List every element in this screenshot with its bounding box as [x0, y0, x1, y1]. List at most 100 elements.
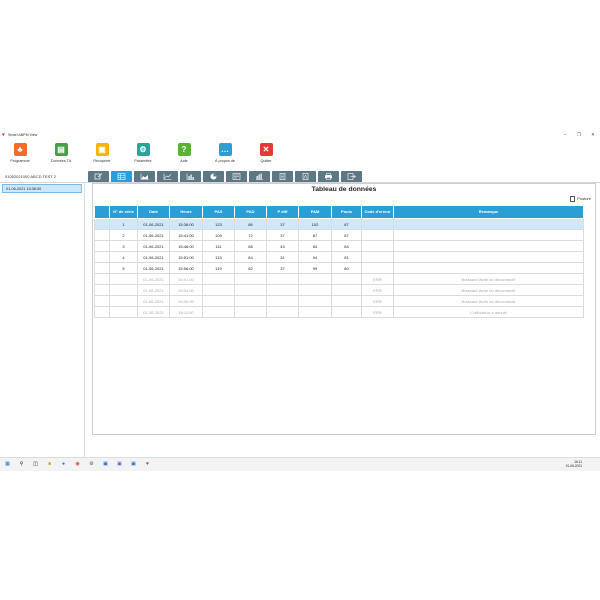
table-cell — [266, 306, 299, 318]
outlook-icon[interactable]: ▣ — [130, 461, 137, 468]
parametre-button[interactable]: ⚙ Paramètre — [125, 143, 161, 163]
column-header[interactable]: Date — [137, 205, 170, 219]
session-item[interactable]: 01-06-2021 15:36:00 — [2, 184, 82, 193]
table-cell: 84 — [331, 240, 362, 252]
close-icon: ✕ — [259, 143, 273, 156]
tab-report[interactable] — [272, 171, 293, 182]
table-cell: ERR — [361, 284, 394, 296]
posture-toggle[interactable]: Posture — [569, 196, 591, 202]
maximize-icon[interactable]: ❐ — [572, 131, 586, 139]
table-cell — [109, 295, 138, 307]
tab-summary[interactable] — [226, 171, 247, 182]
table-row[interactable]: 01-06-2021 16:04:00 ERR Brassard lâche ou d… — [94, 284, 584, 296]
table-cell: Brassard lâche ou déconnecté — [393, 273, 584, 285]
tab-pdf[interactable] — [295, 171, 316, 182]
table-cell: 119 — [202, 262, 235, 274]
tab-bar-chart[interactable] — [180, 171, 201, 182]
table-cell: 15:51:00 — [169, 251, 203, 263]
table-cell — [331, 273, 362, 285]
teams-icon[interactable]: ▣ — [116, 461, 123, 468]
tab-pie-chart[interactable] — [203, 171, 224, 182]
table-row[interactable]: 5 01-06-2021 15:56:00 119 82 37 99 80 — [94, 262, 584, 274]
table-cell: 01-06-2021 — [137, 284, 170, 296]
column-header[interactable]: PAD — [234, 205, 267, 219]
file-explorer-icon[interactable]: ■ — [46, 461, 53, 468]
table-cell: 81 — [331, 251, 362, 263]
posture-checkbox[interactable] — [569, 196, 576, 202]
system-clock[interactable]: 16:11 01-06-2021 — [566, 460, 582, 468]
column-header[interactable]: N° de série — [109, 205, 138, 219]
bar-chart-icon — [186, 173, 195, 180]
donnees-ta-button[interactable]: ▤ Données TA — [43, 143, 79, 163]
table-cell — [94, 240, 110, 252]
table-cell — [298, 273, 332, 285]
quitter-button[interactable]: ✕ Quitter — [248, 143, 284, 163]
table-cell — [266, 295, 299, 307]
posture-label: Posture — [577, 196, 591, 202]
settings-app-icon[interactable]: ⚙ — [88, 461, 95, 468]
table-cell: 80 — [331, 262, 362, 274]
column-header[interactable]: Pouls — [331, 205, 362, 219]
pie-chart-icon — [210, 173, 217, 180]
tab-data-table[interactable] — [111, 171, 132, 182]
column-header[interactable]: P diff — [266, 205, 299, 219]
table-cell — [202, 284, 235, 296]
table-cell: 15:46:00 — [169, 240, 203, 252]
table-cell: ERR — [361, 273, 394, 285]
table-cell: 37 — [266, 262, 299, 274]
table-cell: 86 — [234, 218, 267, 230]
title-bar: ♥ Smart ABPM View – ❐ ✕ — [0, 131, 600, 139]
column-header[interactable]: Code d'erreur — [361, 205, 394, 219]
table-row[interactable]: 2 01-06-2021 15:41:00 109 72 37 87 87 — [94, 229, 584, 241]
column-header[interactable]: Remarque — [393, 205, 584, 219]
tab-print[interactable] — [318, 171, 339, 182]
tab-line-chart[interactable] — [157, 171, 178, 182]
table-row[interactable]: 4 01-06-2021 15:51:00 115 84 31 94 81 — [94, 251, 584, 263]
search-icon[interactable]: ⚲ — [18, 461, 25, 468]
column-header[interactable]: PAS — [202, 205, 235, 219]
tab-statistics[interactable] — [249, 171, 270, 182]
table-cell — [94, 262, 110, 274]
minimize-icon[interactable]: – — [558, 131, 572, 139]
recuperer-button[interactable]: ▣ Récupérer — [84, 143, 120, 163]
chrome-icon[interactable]: ◉ — [74, 461, 81, 468]
table-cell — [331, 284, 362, 296]
table-cell — [202, 273, 235, 285]
table-cell — [361, 240, 394, 252]
word-icon[interactable]: ▣ — [102, 461, 109, 468]
table-row[interactable]: 1 01-06-2021 15:36:00 123 86 37 102 87 — [94, 218, 584, 230]
ribbon-toolbar: ♣ Programme ▤ Données TA ▣ Récupérer ⚙ P… — [0, 139, 600, 172]
table-cell: 3 — [109, 240, 138, 252]
table-row[interactable]: 01-06-2021 16:11:00 ERR L'utilisateur a ann… — [94, 306, 584, 318]
column-header[interactable]: Heure — [169, 205, 203, 219]
table-cell: 15:41:00 — [169, 229, 203, 241]
tab-area-chart[interactable] — [134, 171, 155, 182]
table-cell: 87 — [331, 229, 362, 241]
tab-edit[interactable] — [88, 171, 109, 182]
window-controls: – ❐ ✕ — [558, 131, 600, 139]
table-row[interactable]: 3 01-06-2021 15:46:00 111 68 43 84 84 — [94, 240, 584, 252]
programme-button[interactable]: ♣ Programme — [2, 143, 38, 163]
abpm-app-icon[interactable]: ♥ — [144, 461, 151, 468]
table-row[interactable]: 01-06-2021 16:06:00 ERR Brassard lâche ou d… — [94, 295, 584, 307]
edge-browser-icon[interactable]: ● — [60, 461, 67, 468]
table-cell: 43 — [266, 240, 299, 252]
print-icon — [325, 173, 332, 180]
a-propos-button[interactable]: … À propos de — [207, 143, 243, 163]
column-header[interactable]: PAM — [298, 205, 332, 219]
table-cell: Brassard lâche ou déconnecté — [393, 295, 584, 307]
aide-button[interactable]: ? Aide — [166, 143, 202, 163]
table-cell — [202, 306, 235, 318]
tab-export[interactable] — [341, 171, 362, 182]
table-cell — [234, 273, 267, 285]
task-view-icon[interactable]: ◫ — [32, 461, 39, 468]
line-chart-icon — [163, 173, 172, 180]
data-panel: Tableau de données Posture N° de série D… — [92, 183, 596, 435]
table-cell: 01-06-2021 — [137, 218, 170, 230]
table-cell — [393, 240, 584, 252]
windows-start-icon[interactable]: ▦ — [4, 461, 11, 468]
table-row[interactable]: 01-06-2021 16:01:00 ERR Brassard lâche ou d… — [94, 273, 584, 285]
table-cell — [331, 306, 362, 318]
table-cell — [202, 295, 235, 307]
close-window-icon[interactable]: ✕ — [586, 131, 600, 139]
